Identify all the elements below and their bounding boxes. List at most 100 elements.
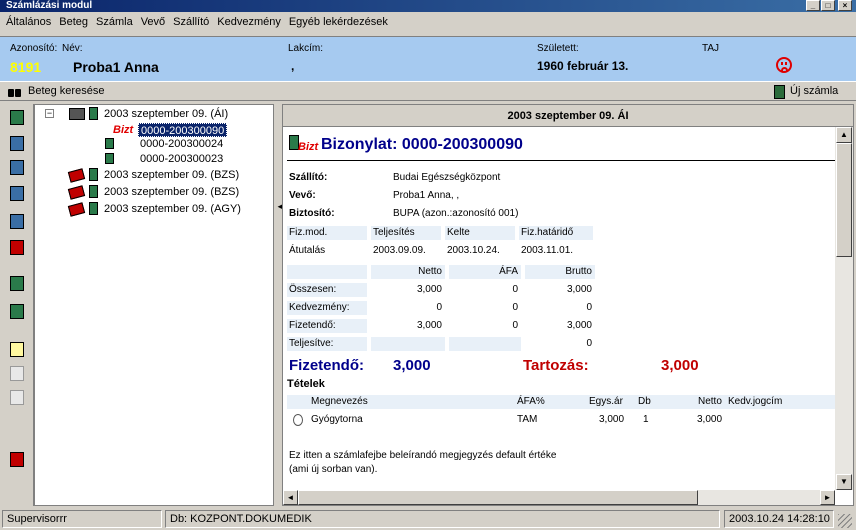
sum-row-value: 3,000 — [566, 320, 592, 331]
calculator-icon[interactable] — [10, 110, 24, 125]
items-header-cell: Kedv.jogcím — [728, 396, 783, 407]
item-vat: TAM — [517, 414, 538, 425]
pay-value-cell: 2003.10.24. — [447, 245, 500, 256]
sum-row-value: 0 — [586, 302, 592, 313]
tree-node[interactable]: 2003 szeptember 09. (BZS) — [104, 185, 239, 199]
exit-icon[interactable] — [10, 452, 24, 467]
horizontal-scroll-thumb[interactable] — [298, 490, 698, 505]
sum-row-label: Összesen: — [287, 283, 367, 297]
scroll-left-icon[interactable]: ◄ — [283, 490, 298, 505]
printer-icon[interactable] — [10, 186, 24, 201]
menu-beteg[interactable]: Beteg — [59, 16, 88, 28]
payable-label: Fizetendő: — [289, 357, 364, 374]
insurance-badge: Bizt — [298, 141, 319, 153]
vertical-scroll-thumb[interactable] — [836, 143, 852, 257]
patient-header: Azonosító: 8191 Név: Proba1 Anna Lakcím:… — [0, 36, 856, 82]
maximize-button[interactable]: □ — [821, 0, 835, 11]
item-net: 3,000 — [697, 414, 723, 425]
red-book-icon — [67, 185, 86, 200]
calculator-icon — [89, 185, 98, 198]
scroll-down-icon[interactable]: ▼ — [836, 474, 852, 490]
menu-egyeb-lekerdezesek[interactable]: Egyéb lekérdezések — [289, 16, 388, 28]
patient-name-value: Proba1 Anna — [73, 59, 159, 75]
sum-row-value: 0 — [512, 284, 518, 295]
insurer-label: Biztosító: — [289, 208, 335, 219]
menu-kedvezmeny[interactable]: Kedvezmény — [217, 16, 281, 28]
buyer-value: Proba1 Anna, , — [393, 190, 460, 201]
pay-header-cell: Kelte — [445, 226, 515, 240]
resize-grip-icon[interactable] — [838, 514, 852, 528]
buyer-label: Vevő: — [289, 190, 316, 201]
menu-szallito[interactable]: Szállító — [173, 16, 209, 28]
sum-header-cell: Brutto — [525, 265, 595, 279]
minimize-button[interactable]: _ — [806, 0, 820, 11]
tree-node[interactable]: 0000-200300024 — [140, 137, 223, 151]
calculator-icon[interactable] — [10, 276, 24, 291]
sum-header-cell: Netto — [371, 265, 445, 279]
sum-row-label: Teljesítve: — [287, 337, 367, 351]
calculator-icon — [89, 202, 98, 215]
detail-header: 2003 szeptember 09. ÁI — [283, 105, 853, 127]
invoice-document: Bizt Bizonylat: 0000-200300090 Szállító:… — [283, 127, 835, 490]
open-book-icon — [69, 108, 85, 120]
insurance-badge: Bizt — [113, 124, 134, 136]
trash-icon — [10, 390, 24, 405]
menu-szamla[interactable]: Számla — [96, 16, 133, 28]
payable-value: 3,000 — [393, 357, 431, 374]
tree-node[interactable]: 2003 szeptember 09. (AGY) — [104, 202, 241, 216]
calculator-icon[interactable] — [774, 85, 785, 99]
printer-icon[interactable] — [10, 160, 24, 175]
new-invoice-button[interactable]: Új számla — [790, 85, 838, 97]
menu-altalanos[interactable]: Általános — [6, 16, 51, 28]
sum-row-value: 3,000 — [416, 284, 442, 295]
invoice-note: Ez itten a számlafejbe beleírandó megjeg… — [289, 450, 557, 475]
printer-icon[interactable] — [10, 136, 24, 151]
menu-bar: Általános Beteg Számla Vevő Szállító Ked… — [0, 12, 856, 32]
person-delete-icon[interactable] — [10, 240, 24, 255]
patient-birth-label: Született: — [537, 43, 579, 54]
sum-row-label: Kedvezmény: — [287, 301, 367, 315]
scroll-right-icon[interactable]: ► — [820, 490, 835, 505]
close-button[interactable]: × — [838, 0, 852, 11]
document-title: Bizonylat: 0000-200300090 — [321, 136, 523, 153]
left-icon-toolbar — [0, 104, 34, 506]
debt-value: 3,000 — [661, 357, 699, 374]
scroll-up-icon[interactable]: ▲ — [836, 127, 852, 143]
pay-header-cell: Fiz.határidő — [519, 226, 593, 240]
status-bar: Supervisorrr Db: KOZPONT.DOKUMEDIK 2003.… — [0, 508, 856, 530]
therapy-icon — [293, 414, 303, 426]
status-user: Supervisorrr — [2, 510, 162, 528]
sum-header-blank — [287, 265, 367, 279]
tree-expander[interactable]: − — [45, 109, 54, 118]
horizontal-scrollbar[interactable]: ◄ ► — [283, 490, 835, 505]
patient-address-value: , — [291, 59, 295, 73]
document-calculator-icon[interactable] — [10, 304, 24, 319]
supplier-value: Budai Egészségközpont — [393, 172, 501, 183]
sum-row-value: 0 — [436, 302, 442, 313]
new-document-icon[interactable] — [10, 342, 24, 357]
items-header-cell: Megnevezés — [311, 396, 368, 407]
vertical-scrollbar[interactable]: ▲ ▼ — [835, 127, 853, 490]
menu-vevo[interactable]: Vevő — [141, 16, 165, 28]
patient-id-value: 8191 — [10, 59, 42, 75]
tree-node[interactable]: 2003 szeptember 09. (BZS) — [104, 168, 239, 182]
sum-row-value — [371, 337, 445, 351]
items-header-cell: Db — [638, 396, 651, 407]
binoculars-icon[interactable] — [8, 86, 22, 97]
patient-id-label: Azonosító: — [10, 43, 58, 54]
calculator-icon — [89, 168, 98, 181]
calculator-icon — [89, 107, 98, 120]
tree-node[interactable]: 2003 szeptember 09. (ÁI) — [104, 107, 228, 121]
tree-node-selected[interactable]: 0000-200300090 — [138, 123, 228, 137]
item-unit-price: 3,000 — [599, 414, 625, 425]
document-calculator-icon — [105, 153, 114, 164]
printer-icon[interactable] — [10, 214, 24, 229]
sum-row-label: Fizetendő: — [287, 319, 367, 333]
item-quantity: 1 — [643, 414, 649, 425]
items-header-cell: ÁFA% — [517, 396, 545, 407]
invoice-detail-pane: 2003 szeptember 09. ÁI Bizt Bizonylat: 0… — [282, 104, 854, 506]
patient-search-button[interactable]: Beteg keresése — [28, 85, 104, 97]
insurer-value: BUPA (azon.:azonosító 001) — [393, 208, 519, 219]
tree-node[interactable]: 0000-200300023 — [140, 152, 223, 166]
pane-splitter[interactable]: ◄ — [275, 104, 284, 506]
